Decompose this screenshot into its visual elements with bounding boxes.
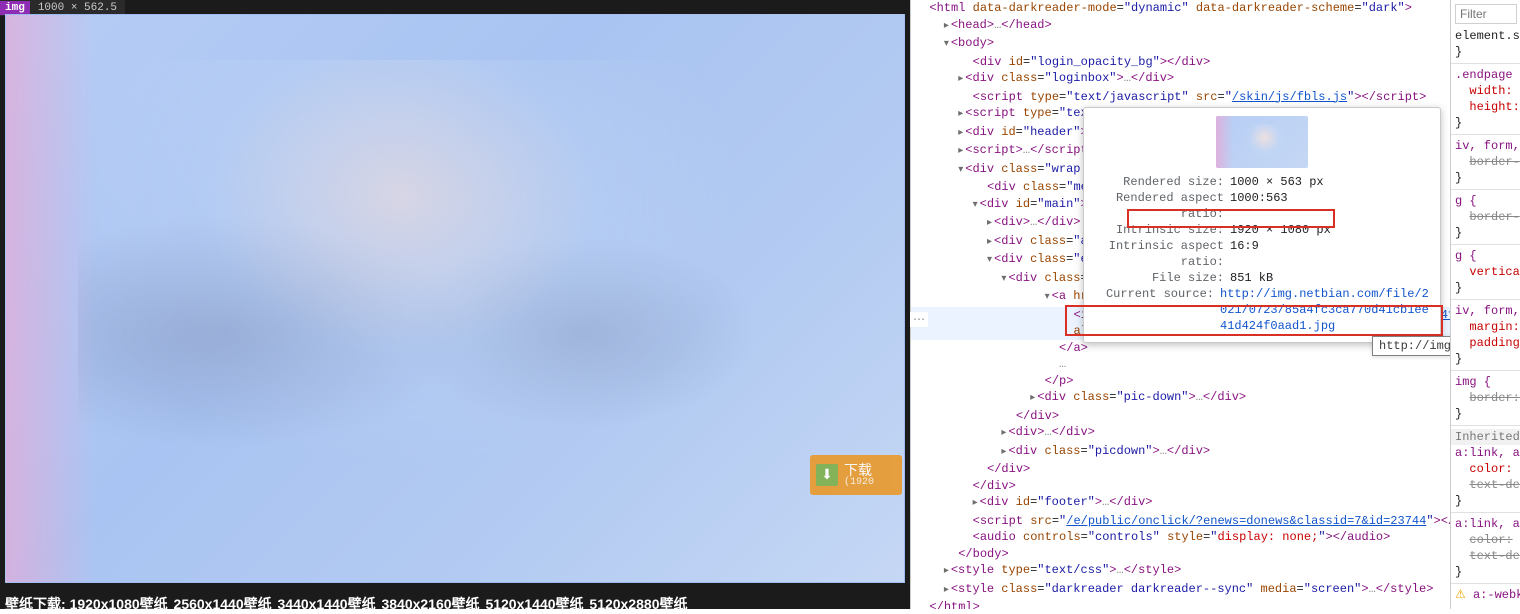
dom-node[interactable]: <html data-darkreader-mode="dynamic" dat… — [911, 0, 1450, 17]
dom-node[interactable]: <audio controls="controls" style="displa… — [911, 529, 1450, 546]
resolution-link[interactable]: 5120x1440壁纸 — [485, 596, 583, 612]
style-rule[interactable]: a:-webkit — [1473, 588, 1520, 602]
dom-node[interactable]: … — [911, 356, 1450, 373]
download-label: 下载 — [844, 463, 874, 477]
style-prop[interactable]: padding — [1469, 336, 1519, 350]
style-rule: } — [1451, 44, 1520, 60]
style-rule[interactable]: a:link, a: — [1451, 516, 1520, 532]
style-prop[interactable]: text-de — [1469, 478, 1519, 492]
dom-src-link[interactable]: /e/public/onclick/?enews=donews&classid=… — [1066, 514, 1426, 528]
resolution-link[interactable]: 1920x1080壁纸 — [70, 596, 168, 612]
download-button[interactable]: ⬇ 下载 (1920 — [810, 455, 902, 495]
popup-value: 1000 × 563 px — [1230, 174, 1324, 190]
popup-source-link[interactable]: http://img.netbian.com/file/2021/0723/85… — [1220, 286, 1430, 334]
style-rule[interactable]: a:link, a: — [1451, 445, 1520, 461]
popup-value: 851 kB — [1230, 270, 1273, 286]
style-rule: } — [1451, 225, 1520, 241]
dom-node[interactable]: <script src="/e/public/onclick/?enews=do… — [911, 513, 1450, 530]
resolution-links: 壁纸下载: 1920x1080壁纸 2560x1440壁纸 3440x1440壁… — [5, 594, 689, 614]
dom-node[interactable]: <head>…</head> — [911, 17, 1450, 36]
style-rule[interactable]: iv, form, — [1451, 138, 1520, 154]
dom-node[interactable]: <div class="loginbox">…</div> — [911, 70, 1450, 89]
popup-label: Rendered aspect ratio: — [1094, 190, 1224, 222]
badge-tag: img — [0, 1, 30, 15]
style-rule: } — [1451, 406, 1520, 422]
style-rule: } — [1451, 115, 1520, 131]
style-prop[interactable]: vertica — [1469, 265, 1519, 279]
style-prop[interactable]: border- — [1469, 155, 1519, 169]
dom-node[interactable]: <script type="text/javascript" src="/ski… — [911, 89, 1450, 106]
styles-panel[interactable]: element.st } .endpage . width: height: }… — [1450, 0, 1520, 609]
popup-label: Intrinsic size: — [1094, 222, 1224, 238]
dom-node[interactable]: </div> — [911, 461, 1450, 478]
dom-src-link[interactable]: /skin/js/fbls.js — [1232, 90, 1347, 104]
style-prop[interactable]: height: — [1469, 100, 1519, 114]
badge-dimensions: 1000 × 562.5 — [30, 2, 125, 14]
resolution-link[interactable]: 2560x1440壁纸 — [174, 596, 272, 612]
dom-node[interactable]: <div>…</div> — [911, 424, 1450, 443]
gutter-ellipsis-icon[interactable]: ⋯ — [910, 312, 928, 327]
dom-node[interactable]: <div id="footer">…</div> — [911, 494, 1450, 513]
dom-node[interactable]: </body> — [911, 546, 1450, 563]
style-prop[interactable]: color: — [1469, 462, 1512, 476]
dom-node[interactable]: </html> — [911, 599, 1450, 609]
style-prop[interactable]: border- — [1469, 210, 1519, 224]
page-preview-pane: img 1000 × 562.5 ⬇ 下载 (1920 壁纸下载: 1920x1… — [0, 0, 910, 609]
resolution-link[interactable]: 3840x2160壁纸 — [381, 596, 479, 612]
popup-label: File size: — [1094, 270, 1224, 286]
resolution-prefix: 壁纸下载: — [5, 596, 66, 612]
style-prop[interactable]: color: — [1469, 533, 1512, 547]
style-rule[interactable]: element.st — [1451, 28, 1520, 44]
dom-node[interactable]: <div class="pic-down">…</div> — [911, 389, 1450, 408]
style-rule[interactable]: .endpage . — [1451, 67, 1520, 83]
dom-node[interactable]: </p> — [911, 373, 1450, 390]
dom-node[interactable]: </div> — [911, 408, 1450, 425]
resolution-link[interactable]: 3440x1440壁纸 — [278, 596, 376, 612]
warning-icon: ⚠ — [1455, 588, 1466, 602]
popup-value: 1920 × 1080 px — [1230, 222, 1331, 238]
style-rule[interactable]: g { — [1451, 193, 1520, 209]
style-prop[interactable]: margin: — [1469, 320, 1519, 334]
dom-node[interactable]: </div> — [911, 478, 1450, 495]
style-rule[interactable]: img { — [1451, 374, 1520, 390]
popup-label: Current source: — [1094, 286, 1214, 334]
style-rule: } — [1451, 564, 1520, 580]
style-rule: } — [1451, 351, 1520, 367]
style-rule[interactable]: g { — [1451, 248, 1520, 264]
popup-thumbnail — [1216, 116, 1308, 168]
popup-value: 16:9 — [1230, 238, 1259, 270]
style-prop[interactable]: text-de — [1469, 549, 1519, 563]
styles-filter-input[interactable] — [1455, 4, 1517, 24]
popup-label: Rendered size: — [1094, 174, 1224, 190]
image-info-popup: Rendered size: 1000 × 563 px Rendered asp… — [1083, 107, 1441, 343]
download-sublabel: (1920 — [844, 477, 874, 488]
dom-node[interactable]: <body> — [911, 35, 1450, 54]
dom-node[interactable]: <style type="text/css">…</style> — [911, 562, 1450, 581]
download-arrow-icon: ⬇ — [816, 464, 838, 486]
inspected-image[interactable]: ⬇ 下载 (1920 — [5, 14, 905, 583]
dom-node[interactable]: <style class="darkreader darkreader--syn… — [911, 581, 1450, 600]
style-rule[interactable]: iv, form, — [1451, 303, 1520, 319]
style-prop[interactable]: border: — [1469, 391, 1519, 405]
dom-node[interactable]: <div class="picdown">…</div> — [911, 443, 1450, 462]
style-rule: } — [1451, 170, 1520, 186]
inherited-header: Inherited fro — [1451, 429, 1520, 445]
style-prop[interactable]: width: — [1469, 84, 1512, 98]
style-rule: } — [1451, 493, 1520, 509]
popup-value: 1000:563 — [1230, 190, 1288, 222]
dom-node[interactable]: <div id="login_opacity_bg"></div> — [911, 54, 1450, 71]
style-rule: } — [1451, 280, 1520, 296]
resolution-link[interactable]: 5120x2880壁纸 — [589, 596, 687, 612]
popup-label: Intrinsic aspect ratio: — [1094, 238, 1224, 270]
